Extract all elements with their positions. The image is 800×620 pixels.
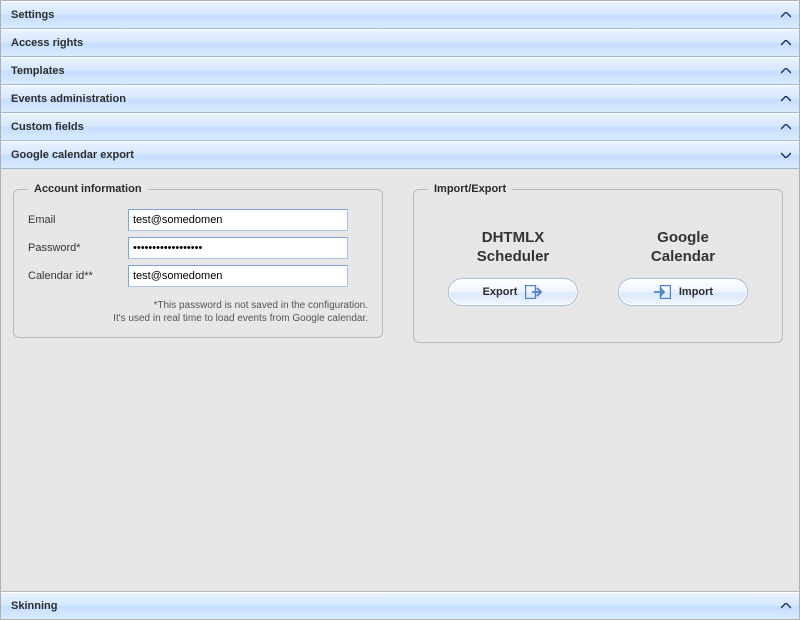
button-label: Import bbox=[679, 286, 713, 298]
accordion-item-events-admin: Events administration bbox=[1, 85, 799, 113]
accordion: Settings Access rights Templates Events … bbox=[0, 0, 800, 620]
accordion-body: Account information Email Password* Cale… bbox=[1, 169, 799, 592]
accordion-label: Skinning bbox=[11, 593, 57, 619]
export-button[interactable]: Export bbox=[448, 278, 578, 306]
email-field[interactable] bbox=[128, 209, 348, 231]
accordion-label: Google calendar export bbox=[11, 142, 134, 168]
chevron-up-icon bbox=[781, 124, 791, 130]
row-calendar-id: Calendar id** bbox=[28, 265, 368, 287]
import-button[interactable]: Import bbox=[618, 278, 748, 306]
accordion-item-settings: Settings bbox=[1, 1, 799, 29]
accordion-item-templates: Templates bbox=[1, 57, 799, 85]
accordion-header[interactable]: Templates bbox=[1, 57, 799, 85]
hint-line: *This password is not saved in the confi… bbox=[153, 300, 368, 311]
export-icon bbox=[525, 285, 543, 299]
io-column-scheduler: DHTMLXScheduler Export bbox=[448, 228, 578, 306]
row-password: Password* bbox=[28, 237, 368, 259]
row-email: Email bbox=[28, 209, 368, 231]
fieldset-legend: Import/Export bbox=[428, 183, 512, 195]
accordion-label: Custom fields bbox=[11, 114, 84, 140]
accordion-header[interactable]: Google calendar export bbox=[1, 141, 799, 169]
accordion-header[interactable]: Access rights bbox=[1, 29, 799, 57]
label-calendar-id: Calendar id** bbox=[28, 270, 128, 282]
fieldset-account-info: Account information Email Password* Cale… bbox=[13, 183, 383, 338]
io-title-google: GoogleCalendar bbox=[651, 228, 715, 266]
label-email: Email bbox=[28, 214, 128, 226]
password-field[interactable] bbox=[128, 237, 348, 259]
chevron-down-icon bbox=[781, 152, 791, 158]
chevron-up-icon bbox=[781, 12, 791, 18]
chevron-up-icon bbox=[781, 40, 791, 46]
accordion-item-custom-fields: Custom fields bbox=[1, 113, 799, 141]
accordion-label: Templates bbox=[11, 58, 65, 84]
import-icon bbox=[653, 285, 671, 299]
accordion-label: Access rights bbox=[11, 30, 83, 56]
accordion-header[interactable]: Events administration bbox=[1, 85, 799, 113]
label-password: Password* bbox=[28, 242, 128, 254]
password-hint: *This password is not saved in the confi… bbox=[28, 299, 368, 325]
accordion-header[interactable]: Settings bbox=[1, 1, 799, 29]
chevron-up-icon bbox=[781, 96, 791, 102]
accordion-item-access-rights: Access rights bbox=[1, 29, 799, 57]
accordion-item-skinning: Skinning bbox=[1, 592, 799, 619]
io-title-scheduler: DHTMLXScheduler bbox=[477, 228, 550, 266]
chevron-up-icon bbox=[781, 68, 791, 74]
io-columns: DHTMLXScheduler Export bbox=[428, 203, 768, 330]
hint-line: It's used in real time to load events fr… bbox=[113, 313, 368, 324]
button-label: Export bbox=[483, 286, 518, 298]
accordion-label: Events administration bbox=[11, 86, 126, 112]
accordion-item-google-export: Google calendar export Account informati… bbox=[1, 141, 799, 592]
io-column-google: GoogleCalendar Import bbox=[618, 228, 748, 306]
accordion-header[interactable]: Skinning bbox=[1, 592, 799, 619]
accordion-label: Settings bbox=[11, 2, 54, 28]
calendar-id-field[interactable] bbox=[128, 265, 348, 287]
fieldset-import-export: Import/Export DHTMLXScheduler Export bbox=[413, 183, 783, 343]
fieldset-legend: Account information bbox=[28, 183, 148, 195]
chevron-up-icon bbox=[781, 603, 791, 609]
accordion-header[interactable]: Custom fields bbox=[1, 113, 799, 141]
